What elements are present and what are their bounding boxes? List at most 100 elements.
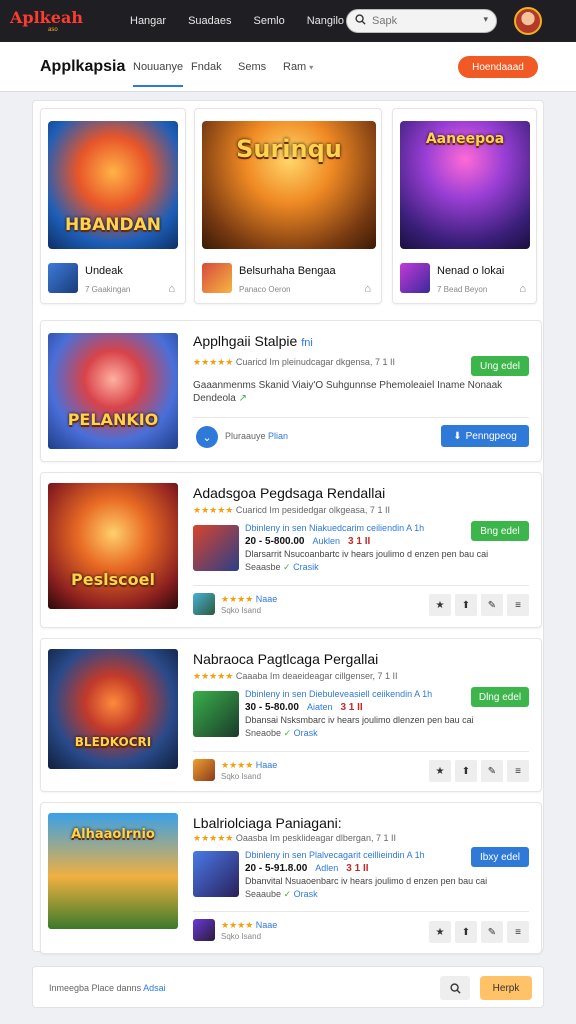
status-badge[interactable]: Ung edel	[471, 356, 529, 376]
game-tile-3[interactable]: Aaneepoa Nenad o lokai 7 Bead Beyon ⌂	[392, 108, 537, 304]
help-button[interactable]: Herpk	[480, 976, 532, 1000]
game-thumbnail	[202, 263, 232, 293]
rating: ★★★★★ Cuaricd Im pleinudcagar dkgensa, 7…	[193, 357, 395, 368]
rating-text: Oaasba Im pesklideagar dlbergan, 7 1 II	[235, 833, 396, 843]
price-count: 3 1 II	[346, 863, 369, 874]
chevron-down-icon[interactable]: ▾	[483, 14, 488, 25]
tab-2[interactable]: Fndak	[191, 61, 222, 73]
logo[interactable]: Aplkeah aso	[10, 7, 94, 33]
game-art-title: Surinqu	[236, 135, 342, 163]
game-card-2[interactable]: BLEDKOCRI Nabraoca Pagtlcaga Pergallai ★…	[40, 638, 542, 792]
game-artwork: Alhaaolrnio	[48, 813, 178, 929]
top-nav-item-2[interactable]: Suadaes	[188, 15, 231, 27]
mini-subtitle: Sqko Isand	[221, 772, 262, 781]
game-card-3[interactable]: Alhaaolrnio Lbalriolciaga Paniagani: ★★★…	[40, 802, 542, 954]
top-bar: Aplkeah aso Hangar Suadaes Semlo Nangilo…	[0, 0, 576, 42]
game-name: Undeak	[85, 265, 123, 277]
page-title: Applkapsia	[40, 58, 126, 75]
search-input[interactable]	[372, 15, 472, 27]
game-name: Belsurhaha Bengaa	[239, 265, 336, 277]
footer-text: Inmeegba Place danns Adsai	[49, 983, 166, 993]
chevron-down-icon[interactable]: ⌄	[196, 426, 218, 448]
price-label: Aiaten	[306, 702, 333, 712]
card-title: Lbalriolciaga Paniagani:	[193, 815, 342, 831]
star-icon[interactable]: ★	[429, 594, 451, 616]
star-rating: ★★★★★	[193, 505, 234, 515]
action-buttons: ★ ⬆ ✎ ≡	[429, 760, 529, 782]
game-artwork: Surinqu	[202, 121, 376, 249]
mini-rating: ★★★★ Haae	[221, 760, 277, 771]
tab-4[interactable]: Ram ▾	[283, 61, 313, 73]
download-button[interactable]: ⬇ Penngpeog	[441, 425, 529, 447]
divider	[193, 585, 529, 586]
tab-1[interactable]: Nouuanye	[133, 61, 184, 87]
pin-icon[interactable]: ⬆	[455, 921, 477, 943]
top-nav-item-3[interactable]: Semlo	[254, 15, 285, 27]
cta-button[interactable]: Hoendaaad	[458, 56, 538, 78]
search-icon[interactable]	[440, 976, 470, 1000]
info-row: Pluraauye Plian	[225, 431, 288, 441]
search-icon	[355, 12, 366, 30]
avatar[interactable]	[514, 7, 542, 35]
price-count: 3 1 II	[340, 702, 363, 713]
featured-card[interactable]: PELANKIO Applhgaii Stalpie fni ★★★★★ Cua…	[40, 320, 542, 462]
edit-icon[interactable]: ✎	[481, 760, 503, 782]
pin-icon[interactable]: ⬆	[455, 594, 477, 616]
rating: ★★★★★ Cuaricd Im pesidedgar olkgeasa, 7 …	[193, 505, 390, 516]
tab-3[interactable]: Sems	[238, 61, 266, 73]
download-icon: ⬇	[453, 430, 462, 442]
game-thumbnail	[400, 263, 430, 293]
check-icon: ↗	[238, 393, 247, 404]
info-description: Dbanvital Nsuaoenbarc iv hears joulimo d…	[245, 876, 488, 886]
price-label: Adlen	[315, 863, 339, 873]
game-card-1[interactable]: Peslscoel Adadsgoa Pegdsaga Rendallai ★★…	[40, 472, 542, 628]
info-text: Pluraauye	[225, 431, 266, 441]
info-description: Dbansai Nsksmbarc iv hears joulimo dlenz…	[245, 715, 474, 725]
top-nav-item-1[interactable]: Hangar	[130, 15, 166, 27]
footer-link[interactable]: Adsai	[143, 983, 166, 993]
game-art-title: Peslscoel	[71, 570, 155, 589]
status-link[interactable]: Crasik	[293, 562, 319, 572]
price-line: 20 - 5-800.00 Auklen 3 1 II	[245, 535, 515, 548]
status-link[interactable]: Orask	[294, 889, 318, 899]
game-subtitle: Panaco Oeron	[239, 285, 291, 294]
menu-icon[interactable]: ≡	[507, 921, 529, 943]
game-art-title: Alhaaolrnio	[71, 827, 155, 842]
bookmark-icon[interactable]: ⌂	[168, 283, 175, 295]
game-thumbnail	[193, 525, 239, 571]
game-tile-2[interactable]: Surinqu Belsurhaha Bengaa Panaco Oeron ⌂	[194, 108, 382, 304]
pin-icon[interactable]: ⬆	[455, 760, 477, 782]
info-description: Dlarsarrit Nsucoanbartc iv hears joulimo…	[245, 549, 489, 559]
game-thumbnail	[48, 263, 78, 293]
status-line: Seaasbe ✓ Crasik	[245, 561, 515, 574]
edit-icon[interactable]: ✎	[481, 594, 503, 616]
status-label: Seaaube	[245, 889, 282, 899]
info-link[interactable]: Plian	[268, 431, 288, 441]
menu-icon[interactable]: ≡	[507, 594, 529, 616]
game-thumbnail	[193, 691, 239, 737]
game-thumbnail	[193, 593, 215, 615]
menu-icon[interactable]: ≡	[507, 760, 529, 782]
mini-rating: ★★★★ Naae	[221, 920, 277, 931]
status-link[interactable]: Orask	[294, 728, 318, 738]
price-count: 3 1 II	[348, 536, 371, 547]
card-title: Adadsgoa Pegdsaga Rendallai	[193, 485, 386, 501]
logo-text: Aplkeah	[10, 7, 83, 27]
game-art-title: Aaneepoa	[425, 131, 505, 147]
star-icon[interactable]: ★	[429, 921, 451, 943]
info-line: Dbinleny in sen Plalvecagarit ceillieind…	[245, 850, 425, 860]
bookmark-icon[interactable]: ⌂	[519, 283, 526, 295]
top-nav-item-4[interactable]: Nangilo	[307, 15, 344, 27]
star-rating: ★★★★★	[193, 833, 234, 843]
footer-bar: Inmeegba Place danns Adsai Herpk	[32, 966, 544, 1008]
price-line: 30 - 5-80.00 Aiaten 3 1 II	[245, 701, 515, 714]
bookmark-icon[interactable]: ⌂	[364, 283, 371, 295]
game-thumbnail	[193, 851, 239, 897]
search-box[interactable]: ▾	[346, 9, 497, 33]
game-tile-1[interactable]: HBANDAN Undeak 7 Gaakingan ⌂	[40, 108, 186, 304]
card-title-text: Applhgaii Stalpie	[193, 333, 298, 349]
star-icon[interactable]: ★	[429, 760, 451, 782]
download-label: Penngpeog	[465, 430, 517, 442]
edit-icon[interactable]: ✎	[481, 921, 503, 943]
divider	[193, 911, 529, 912]
